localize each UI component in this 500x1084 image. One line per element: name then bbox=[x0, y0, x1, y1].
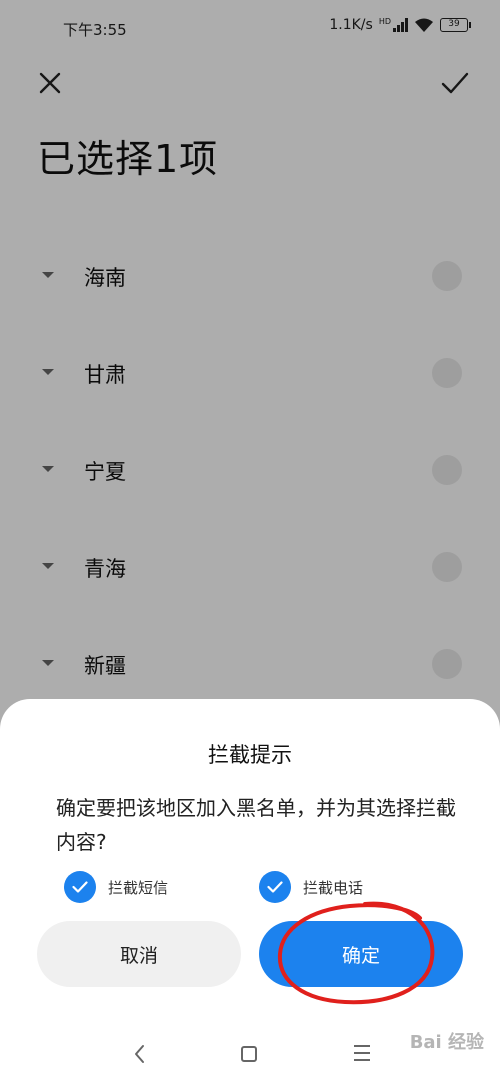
checkmark-icon bbox=[267, 881, 283, 893]
nav-menu-icon[interactable] bbox=[354, 1043, 370, 1063]
block-call-label: 拦截电话 bbox=[303, 878, 364, 897]
block-sms-label: 拦截短信 bbox=[108, 878, 169, 897]
watermark-text: Bai 经验 bbox=[409, 1032, 484, 1053]
block-call-checkbox[interactable] bbox=[259, 871, 291, 903]
confirm-button[interactable]: 确定 bbox=[259, 921, 463, 987]
cancel-button[interactable]: 取消 bbox=[37, 921, 241, 987]
dialog-message: 确定要把该地区加入黑名单，并为其选择拦截内容? bbox=[56, 796, 456, 854]
block-sms-checkbox[interactable] bbox=[64, 871, 96, 903]
dialog-title: 拦截提示 bbox=[208, 743, 292, 767]
block-call-option[interactable]: 拦截电话 bbox=[259, 871, 363, 903]
watermark: Bai 经验 bbox=[410, 1028, 484, 1054]
checkmark-icon bbox=[72, 881, 88, 893]
screen: 下午3:55 1.1K/s HD 39 已选择1项 海南 甘肃 宁夏 青海 新疆… bbox=[0, 0, 500, 1084]
nav-home-icon[interactable] bbox=[241, 1046, 257, 1062]
block-sms-option[interactable]: 拦截短信 bbox=[64, 871, 168, 903]
block-prompt-dialog: 拦截提示 确定要把该地区加入黑名单，并为其选择拦截内容? 拦截短信 拦截电话 取… bbox=[0, 699, 500, 1084]
nav-back-icon[interactable] bbox=[128, 1042, 152, 1066]
